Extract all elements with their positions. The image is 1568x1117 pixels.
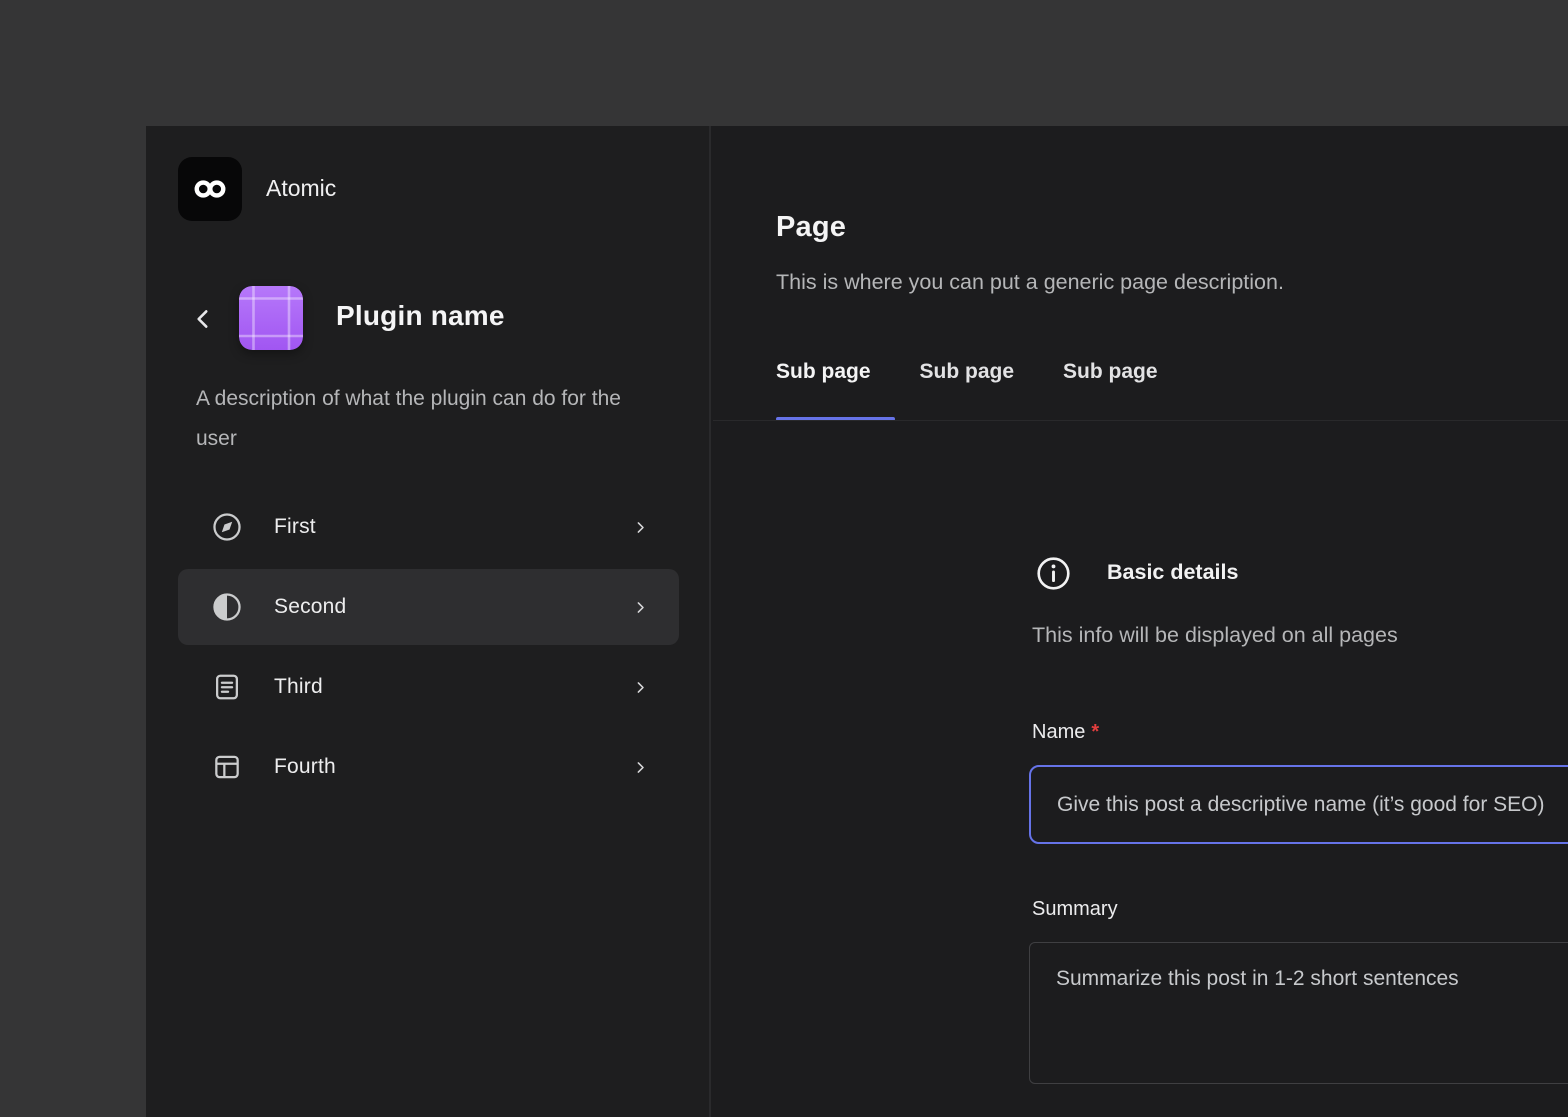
tab-sub-page-3[interactable]: Sub page — [1063, 360, 1158, 384]
sidebar-item-label: First — [274, 515, 316, 539]
section-subtitle: This info will be displayed on all pages — [1032, 623, 1398, 648]
contrast-icon — [211, 591, 243, 623]
name-input[interactable] — [1029, 765, 1568, 844]
summary-label: Summary — [1032, 898, 1118, 921]
plugin-description: A description of what the plugin can do … — [196, 379, 661, 459]
compass-icon — [211, 511, 243, 543]
tab-sub-page-2[interactable]: Sub page — [920, 360, 1015, 384]
chevron-left-icon — [190, 306, 216, 332]
main-panel: Page This is where you can put a generic… — [713, 126, 1568, 1117]
infinity-icon — [193, 177, 227, 201]
sidebar-item-third[interactable]: Third — [178, 649, 679, 725]
sidebar-item-label: Third — [274, 675, 323, 699]
app-name: Atomic — [266, 175, 336, 202]
plugin-window: Atomic — [146, 126, 1568, 1117]
chevron-right-icon — [631, 678, 649, 696]
plugin-name: Plugin name — [336, 300, 505, 332]
desktop-background: { "app": { "name": "Atomic" }, "sidebar"… — [0, 0, 1568, 1117]
page-title: Page — [776, 211, 846, 244]
sidebar-item-label: Fourth — [274, 755, 336, 779]
name-label: Name* — [1032, 721, 1099, 744]
plugin-grid-icon — [239, 286, 303, 350]
section-title: Basic details — [1107, 560, 1238, 585]
page-description: This is where you can put a generic page… — [776, 270, 1284, 295]
back-button[interactable] — [188, 304, 218, 334]
sidebar-item-second[interactable]: Second — [178, 569, 679, 645]
chevron-right-icon — [631, 758, 649, 776]
sidebar: Atomic — [146, 126, 711, 1117]
tab-bar: Sub page Sub page Sub page — [776, 360, 1158, 384]
tab-sub-page-1[interactable]: Sub page — [776, 360, 871, 384]
sidebar-item-fourth[interactable]: Fourth — [178, 729, 679, 805]
note-icon — [211, 671, 243, 703]
tab-bar-divider — [713, 420, 1568, 421]
info-icon — [1035, 555, 1072, 592]
layout-icon — [211, 751, 243, 783]
required-asterisk: * — [1091, 721, 1099, 743]
summary-textarea[interactable] — [1029, 942, 1568, 1084]
sidebar-item-label: Second — [274, 595, 346, 619]
sidebar-item-first[interactable]: First — [178, 489, 679, 565]
chevron-right-icon — [631, 518, 649, 536]
chevron-right-icon — [631, 598, 649, 616]
atomic-logo — [178, 157, 242, 221]
